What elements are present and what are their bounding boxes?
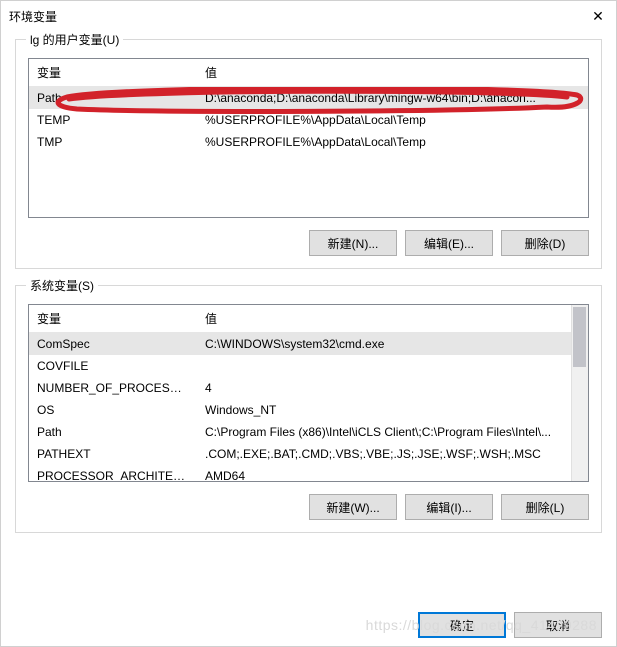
table-row[interactable]: TEMP %USERPROFILE%\AppData\Local\Temp [29, 109, 588, 131]
user-vars-label: lg 的用户变量(U) [26, 31, 123, 48]
cancel-button[interactable]: 取消 [514, 612, 602, 638]
scrollbar[interactable] [571, 305, 588, 481]
titlebar: 环境变量 ✕ [1, 1, 616, 31]
var-value: .COM;.EXE;.BAT;.CMD;.VBS;.VBE;.JS;.JSE;.… [197, 445, 571, 463]
system-vars-label: 系统变量(S) [26, 277, 98, 294]
list-header: 变量 值 [29, 59, 588, 87]
system-vars-group: 系统变量(S) 变量 值 ComSpec C:\WINDOWS\system32… [15, 285, 602, 533]
var-value: 4 [197, 379, 571, 397]
var-name: PROCESSOR_ARCHITECT... [29, 467, 197, 482]
table-row[interactable]: PATHEXT .COM;.EXE;.BAT;.CMD;.VBS;.VBE;.J… [29, 443, 571, 465]
var-name: Path [29, 89, 197, 107]
table-row[interactable]: COVFILE [29, 355, 571, 377]
user-vars-list[interactable]: 变量 值 Path D:\anaconda;D:\anaconda\Librar… [28, 58, 589, 218]
system-list-body: ComSpec C:\WINDOWS\system32\cmd.exe COVF… [29, 333, 588, 482]
system-buttons: 新建(W)... 编辑(I)... 删除(L) [28, 494, 589, 520]
dialog-footer: 确定 取消 [1, 612, 616, 646]
var-value: C:\Program Files (x86)\Intel\iCLS Client… [197, 423, 571, 441]
scrollbar-thumb[interactable] [573, 307, 586, 367]
col-header-value[interactable]: 值 [197, 305, 588, 332]
system-vars-list[interactable]: 变量 值 ComSpec C:\WINDOWS\system32\cmd.exe… [28, 304, 589, 482]
col-header-name[interactable]: 变量 [29, 59, 197, 86]
table-row[interactable]: Path C:\Program Files (x86)\Intel\iCLS C… [29, 421, 571, 443]
window-title: 环境变量 [9, 8, 588, 25]
new-button[interactable]: 新建(W)... [309, 494, 397, 520]
edit-button[interactable]: 编辑(E)... [405, 230, 493, 256]
table-row[interactable]: TMP %USERPROFILE%\AppData\Local\Temp [29, 131, 588, 153]
var-name: Path [29, 423, 197, 441]
var-value: C:\WINDOWS\system32\cmd.exe [197, 335, 571, 353]
var-name: NUMBER_OF_PROCESSORS [29, 379, 197, 397]
delete-button[interactable]: 删除(L) [501, 494, 589, 520]
var-value: D:\anaconda;D:\anaconda\Library\mingw-w6… [197, 89, 588, 107]
dialog-content: lg 的用户变量(U) 变量 值 Path D:\anaconda;D:\ana… [1, 31, 616, 612]
delete-button[interactable]: 删除(D) [501, 230, 589, 256]
var-value [197, 357, 571, 375]
user-vars-group: lg 的用户变量(U) 变量 值 Path D:\anaconda;D:\ana… [15, 39, 602, 269]
table-row[interactable]: Path D:\anaconda;D:\anaconda\Library\min… [29, 87, 588, 109]
var-value: Windows_NT [197, 401, 571, 419]
col-header-value[interactable]: 值 [197, 59, 588, 86]
user-list-body: Path D:\anaconda;D:\anaconda\Library\min… [29, 87, 588, 218]
var-name: OS [29, 401, 197, 419]
var-name: COVFILE [29, 357, 197, 375]
var-name: TMP [29, 133, 197, 151]
user-buttons: 新建(N)... 编辑(E)... 删除(D) [28, 230, 589, 256]
var-name: PATHEXT [29, 445, 197, 463]
var-name: ComSpec [29, 335, 197, 353]
table-row[interactable]: NUMBER_OF_PROCESSORS 4 [29, 377, 571, 399]
table-row[interactable]: ComSpec C:\WINDOWS\system32\cmd.exe [29, 333, 571, 355]
table-row[interactable]: OS Windows_NT [29, 399, 571, 421]
var-value: AMD64 [197, 467, 571, 482]
ok-button[interactable]: 确定 [418, 612, 506, 638]
var-value: %USERPROFILE%\AppData\Local\Temp [197, 111, 588, 129]
var-value: %USERPROFILE%\AppData\Local\Temp [197, 133, 588, 151]
table-row[interactable]: PROCESSOR_ARCHITECT... AMD64 [29, 465, 571, 482]
env-vars-dialog: 环境变量 ✕ lg 的用户变量(U) 变量 值 Path D:\anaconda… [0, 0, 617, 647]
list-header: 变量 值 [29, 305, 588, 333]
col-header-name[interactable]: 变量 [29, 305, 197, 332]
edit-button[interactable]: 编辑(I)... [405, 494, 493, 520]
var-name: TEMP [29, 111, 197, 129]
new-button[interactable]: 新建(N)... [309, 230, 397, 256]
close-icon[interactable]: ✕ [588, 8, 608, 25]
